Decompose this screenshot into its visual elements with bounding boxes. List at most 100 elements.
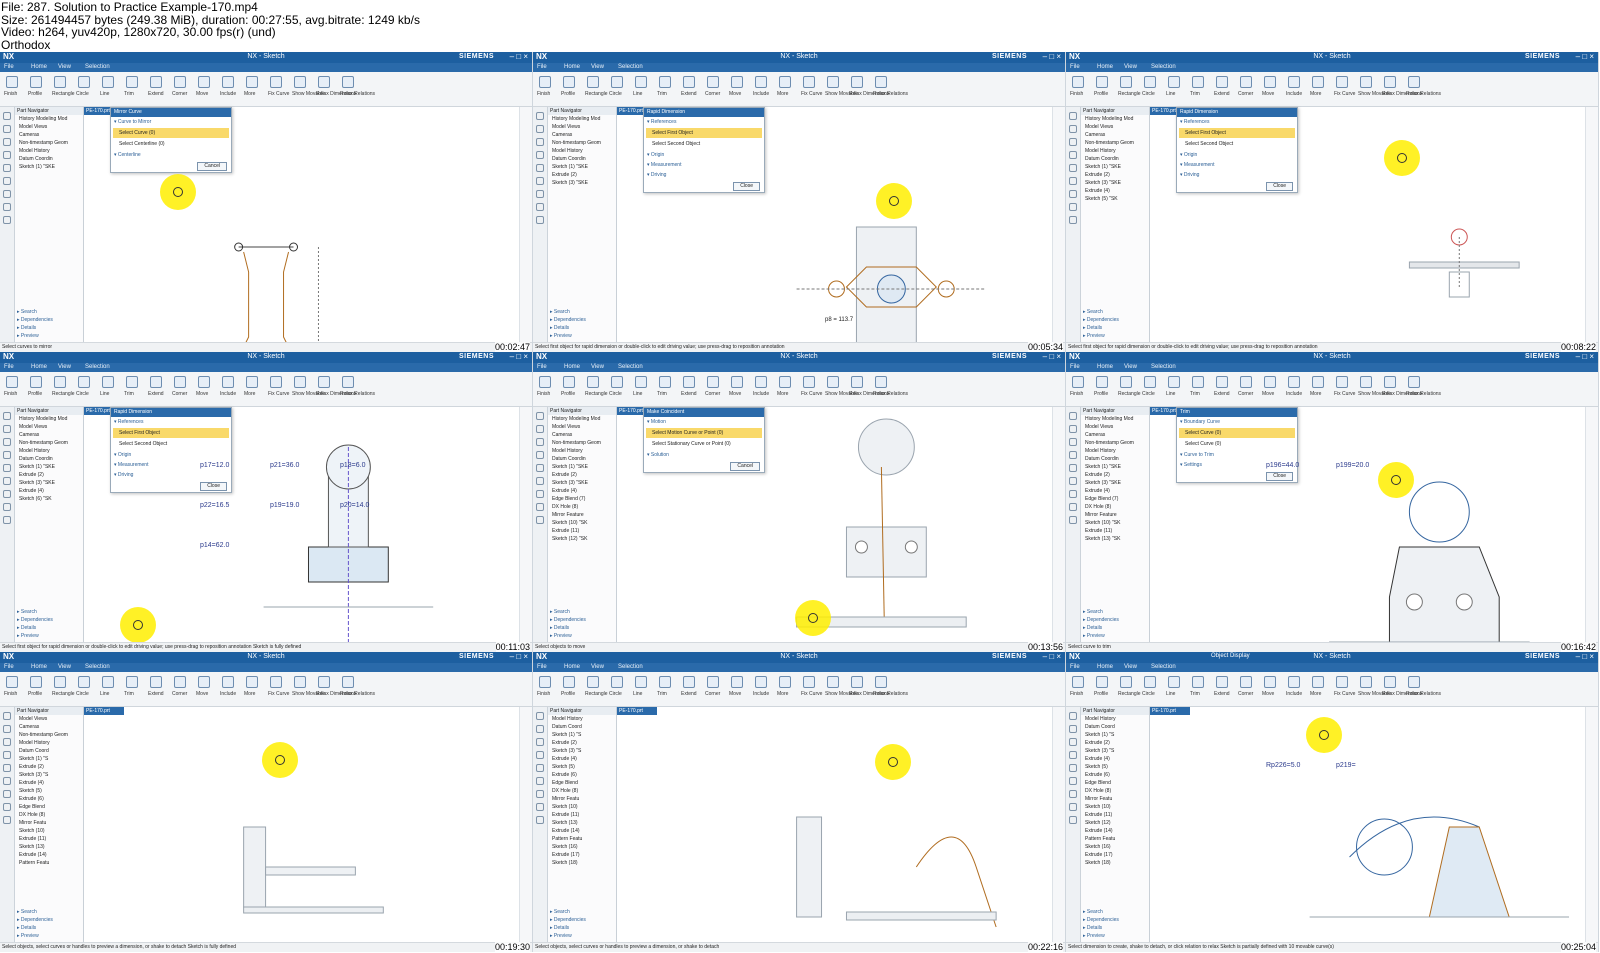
resource-icon[interactable]	[3, 203, 11, 211]
window-controls[interactable]: – □ ×	[1576, 352, 1594, 361]
ribbon-icon[interactable]	[246, 676, 258, 688]
ribbon-icon[interactable]	[102, 676, 114, 688]
ribbon-icon[interactable]	[342, 676, 354, 688]
navigator-item[interactable]: Cameras	[548, 131, 616, 139]
ribbon-icon[interactable]	[1192, 76, 1204, 88]
menu-item[interactable]: Selection	[85, 64, 110, 70]
ribbon-icon[interactable]	[659, 376, 671, 388]
ribbon-icon[interactable]	[54, 76, 66, 88]
resource-icon[interactable]	[3, 112, 11, 120]
ribbon-icon[interactable]	[707, 676, 719, 688]
resource-icon[interactable]	[1069, 464, 1077, 472]
dialog-button[interactable]: Close	[200, 482, 227, 491]
resource-icon[interactable]	[3, 777, 11, 785]
navigator-item[interactable]: Model Views	[1081, 123, 1149, 131]
ribbon-icon[interactable]	[611, 676, 623, 688]
resource-icon[interactable]	[1069, 777, 1077, 785]
navigator-item[interactable]: History Modeling Mod	[548, 415, 616, 423]
navigator-section[interactable]: ▸ Dependencies	[17, 917, 53, 923]
resource-icon[interactable]	[1069, 203, 1077, 211]
dialog-select-row[interactable]: Select Second Object	[646, 139, 762, 149]
ribbon-icon[interactable]	[102, 76, 114, 88]
ribbon-icon[interactable]	[875, 376, 887, 388]
ribbon-icon[interactable]	[342, 76, 354, 88]
navigator-item[interactable]: Sketch (1) "S	[1081, 731, 1149, 739]
navigator-item[interactable]: Sketch (13)	[15, 843, 83, 851]
ribbon-icon[interactable]	[587, 676, 599, 688]
dialog-select-row[interactable]: Select Stationary Curve or Point (0)	[646, 439, 762, 449]
graphics-window[interactable]	[84, 707, 519, 943]
navigator-item[interactable]: Extrude (14)	[548, 827, 616, 835]
navigator-section[interactable]: ▸ Preview	[550, 333, 572, 339]
ribbon-icon[interactable]	[1168, 376, 1180, 388]
navigator-item[interactable]: Non-timestamp Geom	[15, 139, 83, 147]
ribbon-icon[interactable]	[827, 76, 839, 88]
navigator-item[interactable]: Model History	[548, 447, 616, 455]
ribbon-icon[interactable]	[539, 376, 551, 388]
ribbon-icon[interactable]	[1264, 76, 1276, 88]
navigator-item[interactable]: Edge Blend (7)	[548, 495, 616, 503]
ribbon-icon[interactable]	[294, 76, 306, 88]
ribbon-icon[interactable]	[222, 76, 234, 88]
navigator-item[interactable]: Model Views	[1081, 423, 1149, 431]
navigator-item[interactable]: Datum Coord	[548, 723, 616, 731]
navigator-item[interactable]: DX Hole (8)	[15, 811, 83, 819]
menu-item[interactable]: Home	[31, 64, 47, 70]
dialog-section[interactable]: ▾ Centerline	[111, 150, 231, 160]
navigator-section[interactable]: ▸ Search	[550, 309, 570, 315]
resource-icon[interactable]	[536, 477, 544, 485]
navigator-item[interactable]: Sketch (18)	[548, 859, 616, 867]
resource-icon[interactable]	[1069, 477, 1077, 485]
navigator-item[interactable]: Sketch (1) "SKE	[548, 463, 616, 471]
ribbon-icon[interactable]	[851, 76, 863, 88]
navigator-item[interactable]: Non-timestamp Geom	[548, 139, 616, 147]
ribbon-icon[interactable]	[1312, 76, 1324, 88]
resource-icon[interactable]	[536, 151, 544, 159]
resource-icon[interactable]	[536, 464, 544, 472]
navigator-section[interactable]: ▸ Preview	[17, 633, 39, 639]
file-tab[interactable]: PE-170.prt	[617, 707, 657, 715]
menu-item[interactable]: File	[1070, 64, 1080, 70]
ribbon-icon[interactable]	[174, 676, 186, 688]
ribbon-icon[interactable]	[270, 676, 282, 688]
resource-icon[interactable]	[1069, 412, 1077, 420]
navigator-item[interactable]: Extrude (2)	[1081, 471, 1149, 479]
navigator-item[interactable]: Edge Blend	[548, 779, 616, 787]
navigator-section[interactable]: ▸ Search	[17, 609, 37, 615]
resource-icon[interactable]	[1069, 516, 1077, 524]
navigator-section[interactable]: ▸ Dependencies	[550, 317, 586, 323]
navigator-item[interactable]: Extrude (4)	[15, 487, 83, 495]
navigator-item[interactable]: Non-timestamp Geom	[1081, 439, 1149, 447]
ribbon-icon[interactable]	[246, 76, 258, 88]
ribbon-icon[interactable]	[30, 76, 42, 88]
navigator-item[interactable]: Cameras	[15, 131, 83, 139]
ribbon-icon[interactable]	[6, 76, 18, 88]
resource-icon[interactable]	[536, 490, 544, 498]
resource-icon[interactable]	[3, 425, 11, 433]
ribbon-icon[interactable]	[683, 676, 695, 688]
ribbon-icon[interactable]	[1168, 76, 1180, 88]
resource-icon[interactable]	[1069, 177, 1077, 185]
navigator-section[interactable]: ▸ Preview	[1083, 933, 1105, 939]
resource-icon[interactable]	[3, 712, 11, 720]
ribbon-icon[interactable]	[611, 376, 623, 388]
ribbon-icon[interactable]	[611, 76, 623, 88]
navigator-item[interactable]: Extrude (11)	[15, 835, 83, 843]
navigator-item[interactable]: DX Hole (8)	[548, 787, 616, 795]
dimension-label[interactable]: p18=6.0	[340, 462, 366, 469]
ribbon-icon[interactable]	[635, 76, 647, 88]
navigator-section[interactable]: ▸ Search	[550, 909, 570, 915]
window-controls[interactable]: – □ ×	[510, 52, 528, 61]
resource-icon[interactable]	[536, 751, 544, 759]
ribbon-icon[interactable]	[1096, 676, 1108, 688]
navigator-item[interactable]: Non-timestamp Geom	[1081, 139, 1149, 147]
dialog-section[interactable]: ▾ Solution	[644, 450, 764, 460]
menu-item[interactable]: View	[591, 64, 604, 70]
resource-icon[interactable]	[3, 516, 11, 524]
navigator-item[interactable]: Datum Coordin	[548, 455, 616, 463]
dimension-label[interactable]: p196=44.0	[1266, 462, 1299, 469]
navigator-item[interactable]: Sketch (3) "SKE	[15, 479, 83, 487]
menu-item[interactable]: Home	[564, 64, 580, 70]
dialog-button[interactable]: Cancel	[197, 162, 227, 171]
navigator-section[interactable]: ▸ Dependencies	[1083, 617, 1119, 623]
